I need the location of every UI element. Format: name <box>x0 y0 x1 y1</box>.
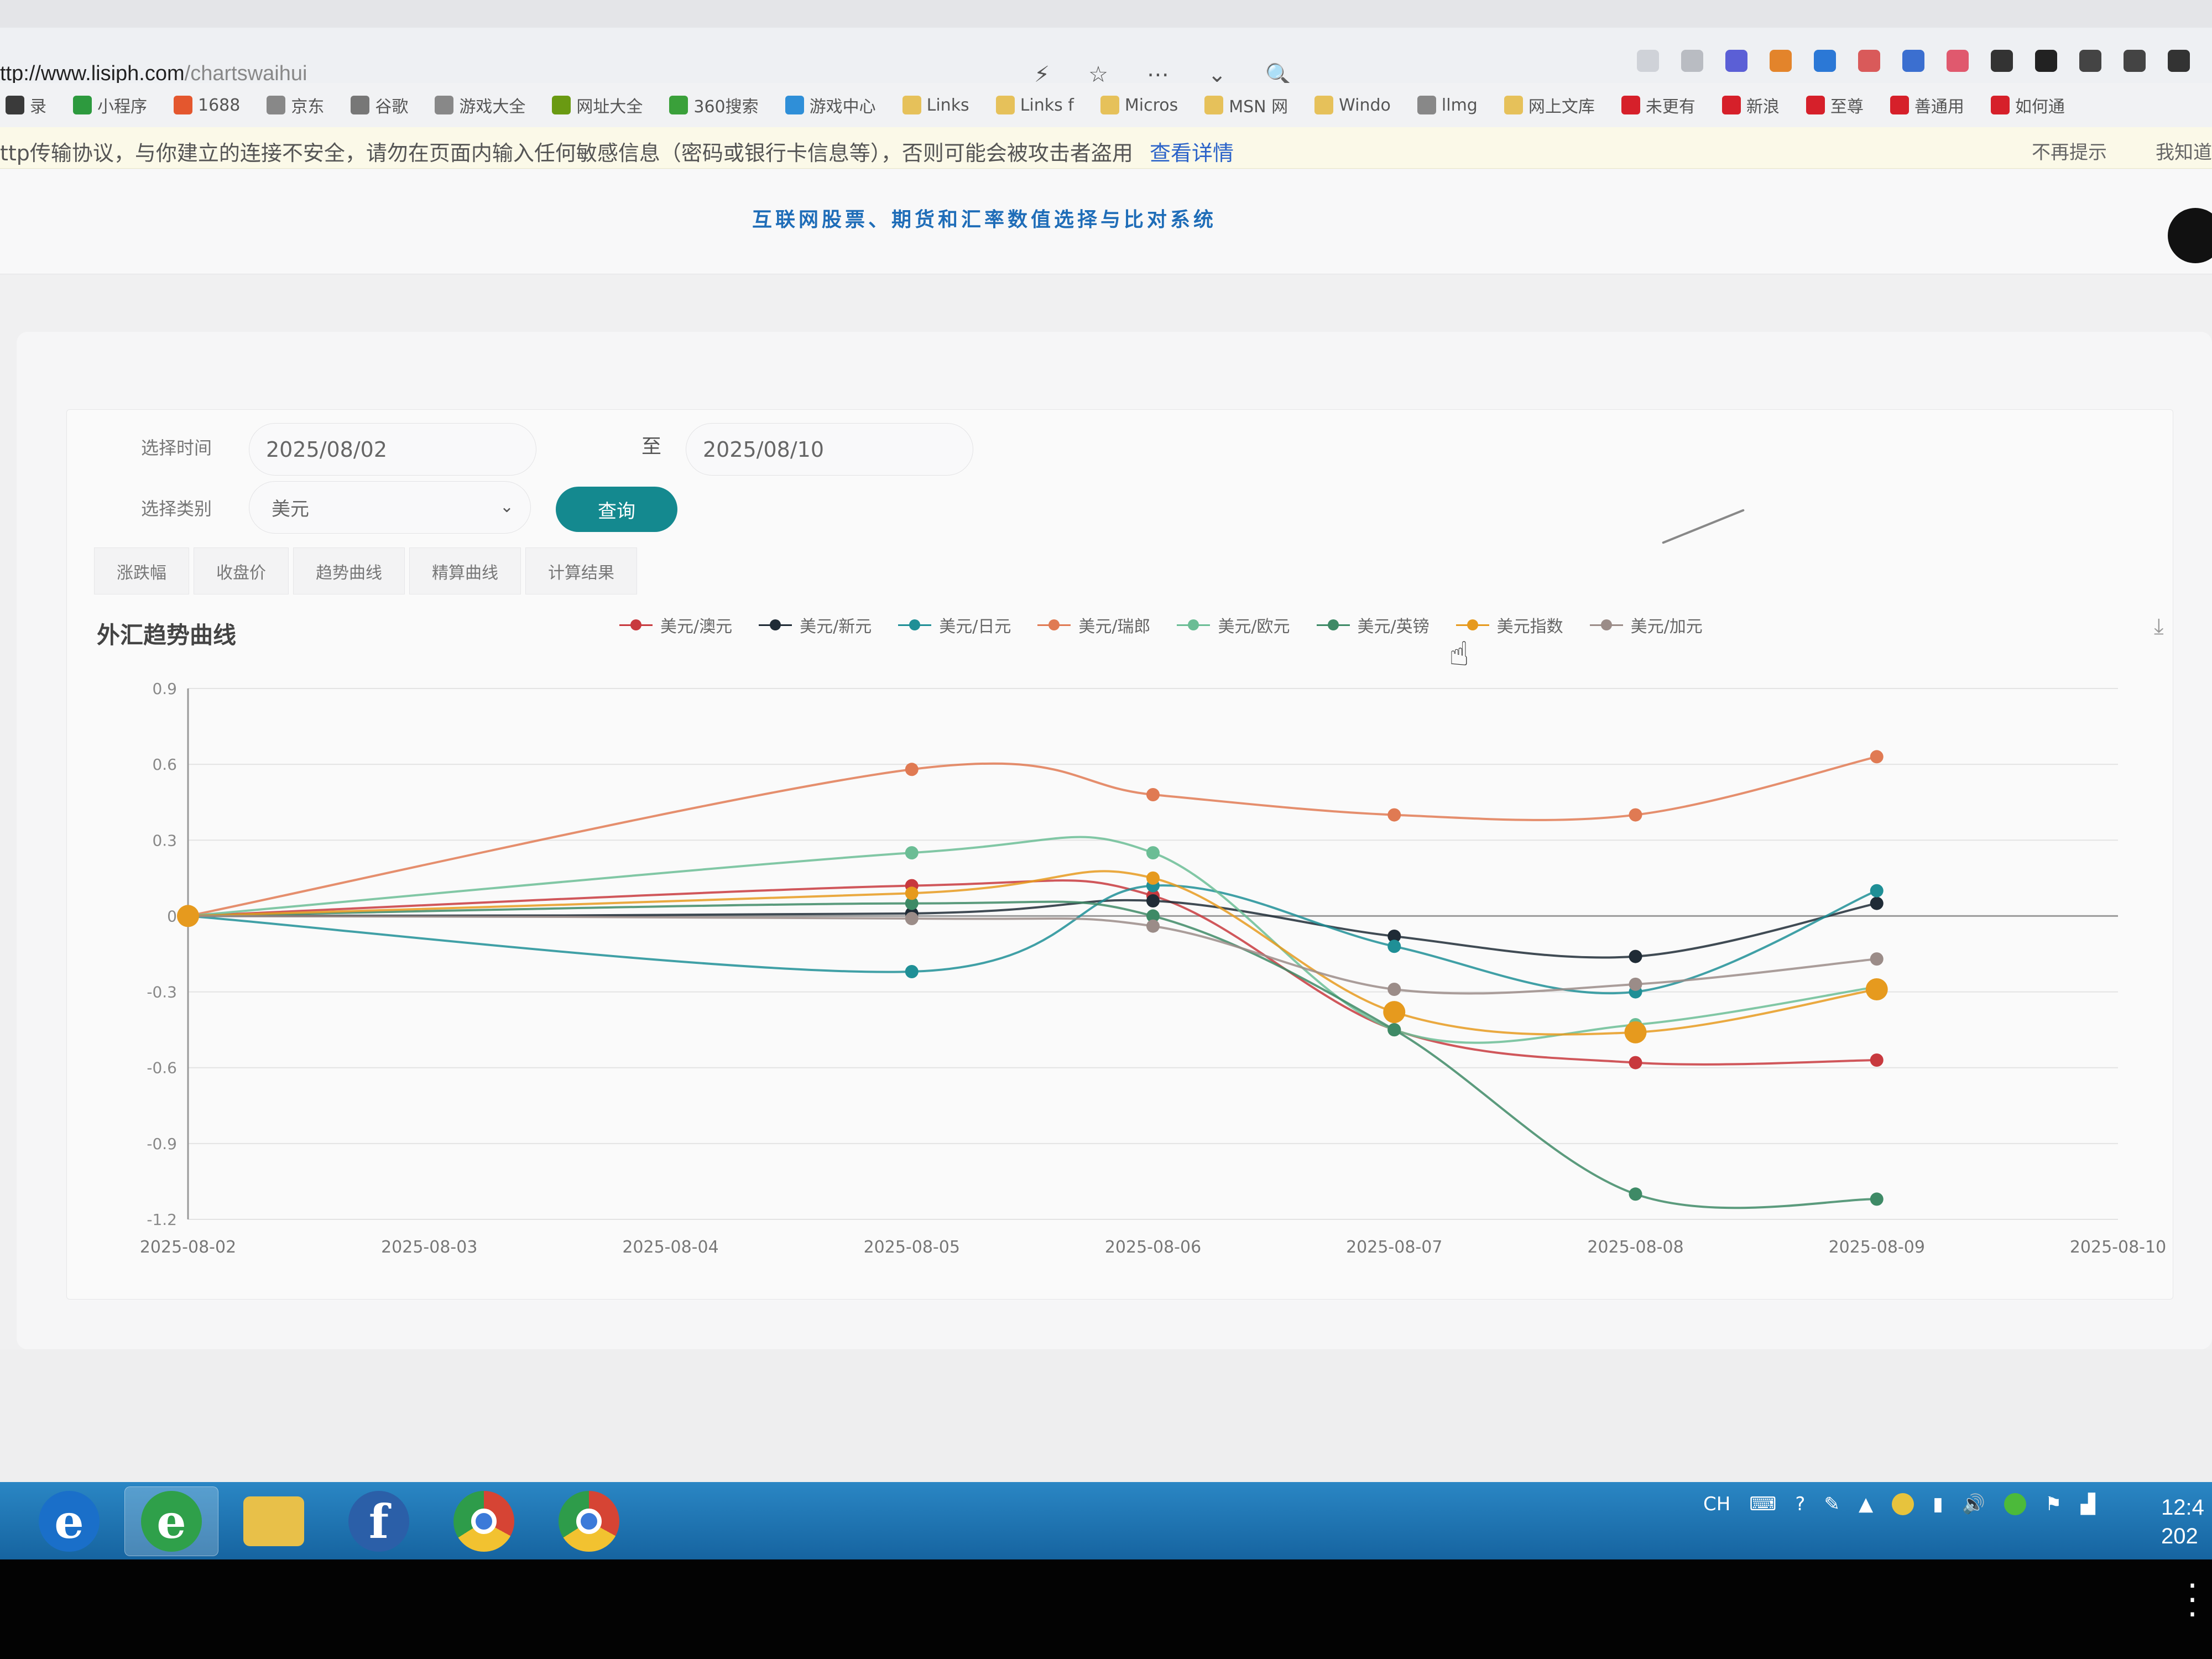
data-point <box>905 912 919 925</box>
x-tick-label: 2025-08-02 <box>140 1238 236 1257</box>
x-tick-label: 2025-08-06 <box>1105 1238 1201 1257</box>
data-point <box>1383 1001 1406 1024</box>
x-tick-label: 2025-08-10 <box>2070 1238 2166 1257</box>
x-tick-label: 2025-08-07 <box>1346 1238 1442 1257</box>
y-tick-label: -0.3 <box>147 983 177 1001</box>
series-line <box>187 870 1877 1036</box>
y-tick-label: 0.9 <box>152 680 177 698</box>
taskbar-app[interactable]: e <box>124 1486 218 1556</box>
data-point <box>1146 919 1160 933</box>
taskbar-app[interactable] <box>227 1486 321 1556</box>
y-tick-label: -0.6 <box>147 1059 177 1077</box>
more-vertical-icon: · · · <box>2187 1567 2198 1634</box>
data-point <box>1387 940 1401 953</box>
system-tray: CH ⌨ ? ✎ ▲ ▮ 🔊 ⚑ ▟ <box>1703 1493 2095 1515</box>
taskbar-app[interactable]: e <box>22 1486 116 1556</box>
folder-icon <box>243 1496 304 1546</box>
chrome-icon <box>453 1491 514 1552</box>
taskbar-app[interactable] <box>542 1486 636 1556</box>
data-point <box>1629 1187 1642 1201</box>
x-tick-label: 2025-08-04 <box>622 1238 718 1257</box>
keyboard-icon[interactable]: ⌨ <box>1749 1493 1776 1515</box>
data-point <box>1146 871 1160 885</box>
volume-icon[interactable]: 🔊 <box>1962 1493 1985 1515</box>
app-glyph: e <box>54 1494 84 1549</box>
data-point <box>905 846 919 860</box>
language-indicator[interactable]: CH <box>1703 1493 1730 1515</box>
chrome-icon-2 <box>559 1491 619 1552</box>
y-tick-label: -1.2 <box>147 1211 177 1229</box>
origin-point <box>177 905 199 927</box>
y-tick-label: 0.6 <box>152 755 177 774</box>
data-point <box>1146 788 1160 801</box>
data-point <box>1146 846 1160 860</box>
data-point <box>905 763 919 776</box>
signal-icon[interactable]: ▟ <box>2081 1493 2095 1515</box>
data-point <box>1624 1021 1647 1044</box>
x-tick-label: 2025-08-05 <box>864 1238 960 1257</box>
data-point <box>1629 950 1642 963</box>
app-glyph: f <box>368 1494 389 1549</box>
pen-icon[interactable]: ✎ <box>1824 1493 1840 1515</box>
data-point <box>1387 808 1401 822</box>
x-tick-label: 2025-08-08 <box>1587 1238 1683 1257</box>
screen-bezel <box>0 1559 2212 1659</box>
app-tray-icon[interactable] <box>1892 1493 1914 1515</box>
flash-icon: f <box>348 1491 409 1552</box>
taskbar-app[interactable]: f <box>332 1486 426 1556</box>
flag-icon[interactable]: ⚑ <box>2045 1493 2062 1515</box>
data-point <box>905 965 919 978</box>
taskbar-clock[interactable]: 12:4 202 <box>2161 1493 2204 1551</box>
ie-icon: e <box>141 1491 202 1552</box>
taskbar-app[interactable] <box>437 1486 531 1556</box>
data-point <box>1146 894 1160 907</box>
series-line <box>187 915 1877 995</box>
data-point <box>1870 750 1884 764</box>
x-tick-label: 2025-08-03 <box>381 1238 477 1257</box>
data-point <box>1629 808 1642 822</box>
network-status-icon[interactable] <box>2004 1493 2027 1515</box>
data-point <box>1865 978 1888 1000</box>
data-point <box>1870 884 1884 898</box>
clock-time: 12:4 <box>2161 1495 2204 1520</box>
y-tick-label: -0.9 <box>147 1135 177 1153</box>
hand-cursor-icon: ☝ <box>1449 635 1469 674</box>
help-icon[interactable]: ? <box>1795 1493 1805 1515</box>
data-point <box>1387 1023 1401 1037</box>
app-glyph: e <box>156 1494 186 1549</box>
tray-expand-icon[interactable]: ▲ <box>1859 1493 1873 1515</box>
desktop-background <box>0 1349 2212 1482</box>
clock-date: 202 <box>2161 1524 2198 1548</box>
y-tick-label: 0 <box>167 907 177 925</box>
battery-icon[interactable]: ▮ <box>1933 1493 1943 1515</box>
data-point <box>1387 983 1401 996</box>
data-point <box>1870 952 1884 966</box>
data-point <box>905 886 919 900</box>
y-tick-label: 0.3 <box>152 831 177 849</box>
data-point <box>1629 1056 1642 1070</box>
data-point <box>1870 1192 1884 1206</box>
series-line <box>187 900 1877 1209</box>
data-point <box>1870 896 1884 910</box>
x-tick-label: 2025-08-09 <box>1829 1238 1925 1257</box>
ie-old-icon: e <box>39 1491 100 1552</box>
data-point <box>1870 1053 1884 1067</box>
data-point <box>1629 977 1642 991</box>
